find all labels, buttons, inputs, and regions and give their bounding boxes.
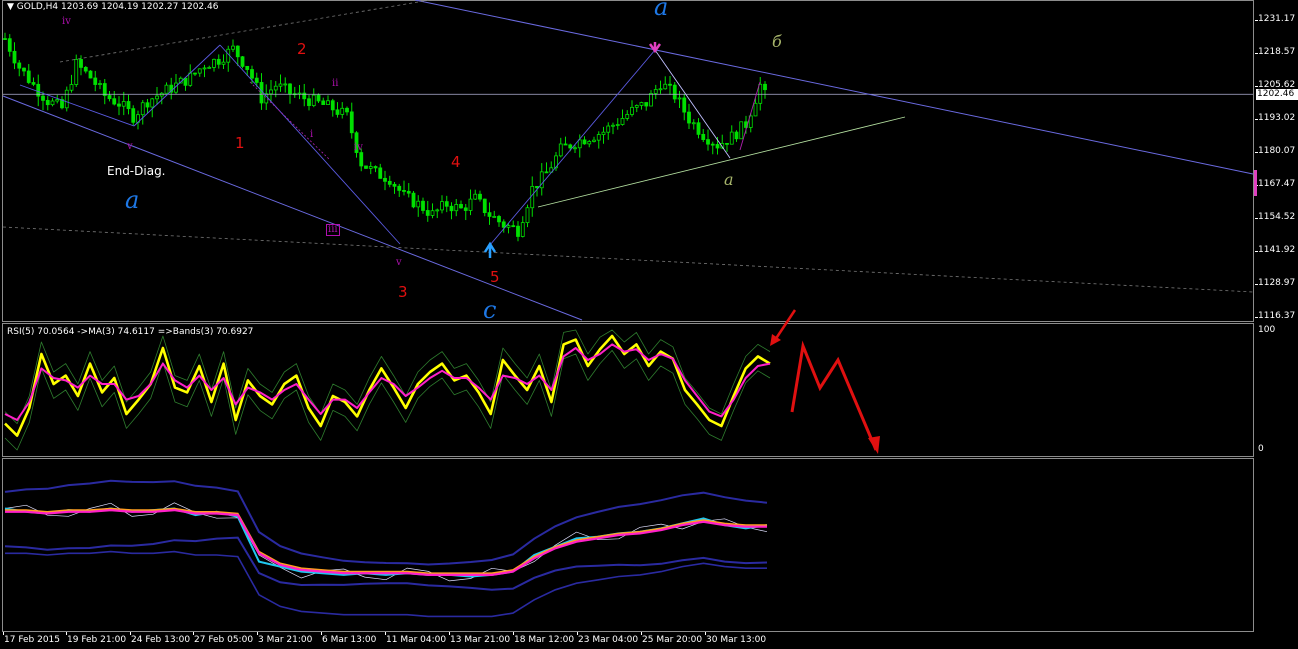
time-tick-label: 19 Feb 21:00 [67, 635, 127, 645]
time-tick-label: 17 Feb 2015 [4, 635, 61, 645]
price-tick: 1180.07 [1258, 146, 1296, 156]
rsi-tick-100: 100 [1258, 325, 1276, 335]
time-tick-label: 3 Mar 21:00 [258, 635, 313, 645]
price-tick: 1128.97 [1258, 278, 1296, 288]
time-tick-label: 18 Mar 12:00 [514, 635, 575, 645]
price-tick: 1116.37 [1258, 311, 1296, 321]
time-tick-label: 23 Mar 04:00 [578, 635, 639, 645]
price-axis: 1231.17 1218.57 1205.62 1193.02 1180.07 … [1255, 0, 1298, 322]
time-tick-label: 11 Mar 04:00 [386, 635, 447, 645]
current-price-tag: 1202.46 [1256, 89, 1298, 100]
time-tick-label: 25 Mar 20:00 [642, 635, 703, 645]
scale-marker [1254, 170, 1257, 196]
time-tick-label: 30 Mar 13:00 [706, 635, 767, 645]
price-tick: 1141.92 [1258, 245, 1296, 255]
lower-indicator-svg [4, 479, 768, 618]
price-tick: 1167.47 [1258, 179, 1296, 189]
time-axis: 17 Feb 2015 19 Feb 21:00 24 Feb 13:00 27 Fe… [0, 632, 1254, 649]
price-tick: 1218.57 [1258, 47, 1296, 57]
fast-line [4, 507, 768, 578]
thin-band-line [4, 502, 768, 582]
time-tick-label: 13 Mar 21:00 [450, 635, 511, 645]
rsi-tick-0: 0 [1258, 444, 1264, 454]
price-tick: 1154.52 [1258, 212, 1296, 222]
time-tick-label: 24 Feb 13:00 [131, 635, 191, 645]
price-tick: 1193.02 [1258, 113, 1296, 123]
time-tick-label: 6 Mar 13:00 [322, 635, 377, 645]
rsi-axis: 100 0 [1255, 323, 1298, 457]
time-tick-label: 27 Feb 05:00 [194, 635, 254, 645]
price-tick: 1231.17 [1258, 14, 1296, 24]
